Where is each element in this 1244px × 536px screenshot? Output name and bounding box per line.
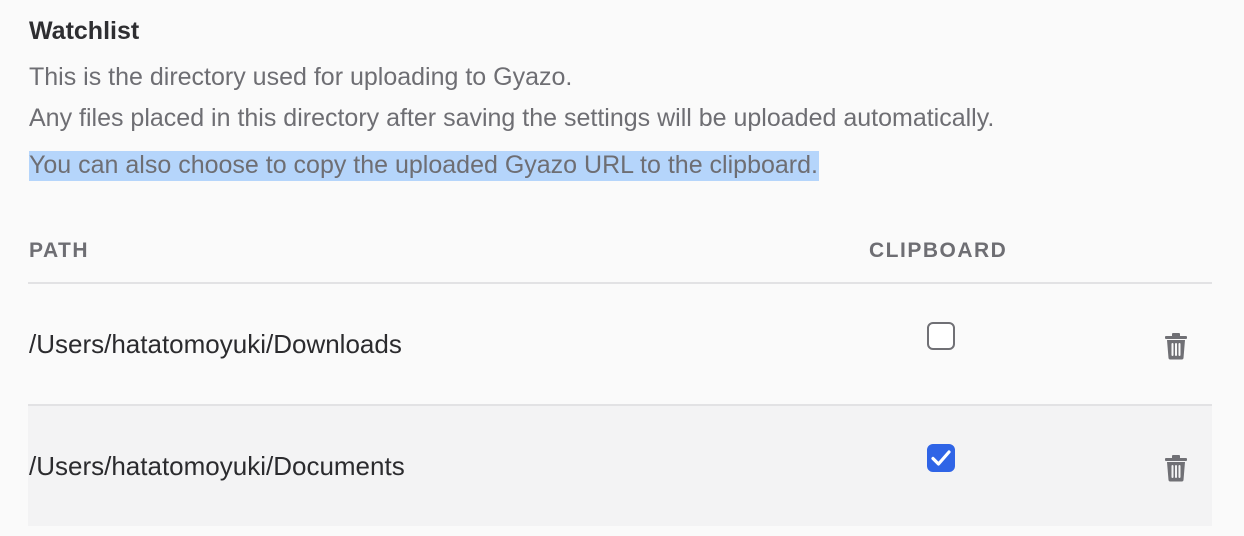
- row-path: /Users/hatatomoyuki/Downloads: [29, 329, 402, 359]
- table-row: /Users/hatatomoyuki/Documents: [28, 406, 1212, 526]
- description-line-3: You can also choose to copy the uploaded…: [29, 148, 819, 182]
- row-path: /Users/hatatomoyuki/Documents: [29, 451, 405, 481]
- column-header-clipboard: CLIPBOARD: [869, 239, 1008, 262]
- trash-icon: [1165, 455, 1187, 482]
- selected-text: You can also choose to copy the uploaded…: [29, 151, 819, 181]
- clipboard-checkbox[interactable]: [927, 322, 955, 350]
- clipboard-checkbox[interactable]: [927, 444, 955, 472]
- delete-button[interactable]: [1162, 453, 1190, 483]
- section-title: Watchlist: [29, 17, 140, 45]
- trash-icon: [1165, 333, 1187, 360]
- table-row: /Users/hatatomoyuki/Downloads: [28, 284, 1212, 404]
- description-line-2: Any files placed in this directory after…: [29, 104, 995, 132]
- description-line-1: This is the directory used for uploading…: [29, 63, 573, 91]
- column-header-path: PATH: [29, 239, 90, 262]
- delete-button[interactable]: [1162, 331, 1190, 361]
- checkmark-icon: [931, 450, 951, 466]
